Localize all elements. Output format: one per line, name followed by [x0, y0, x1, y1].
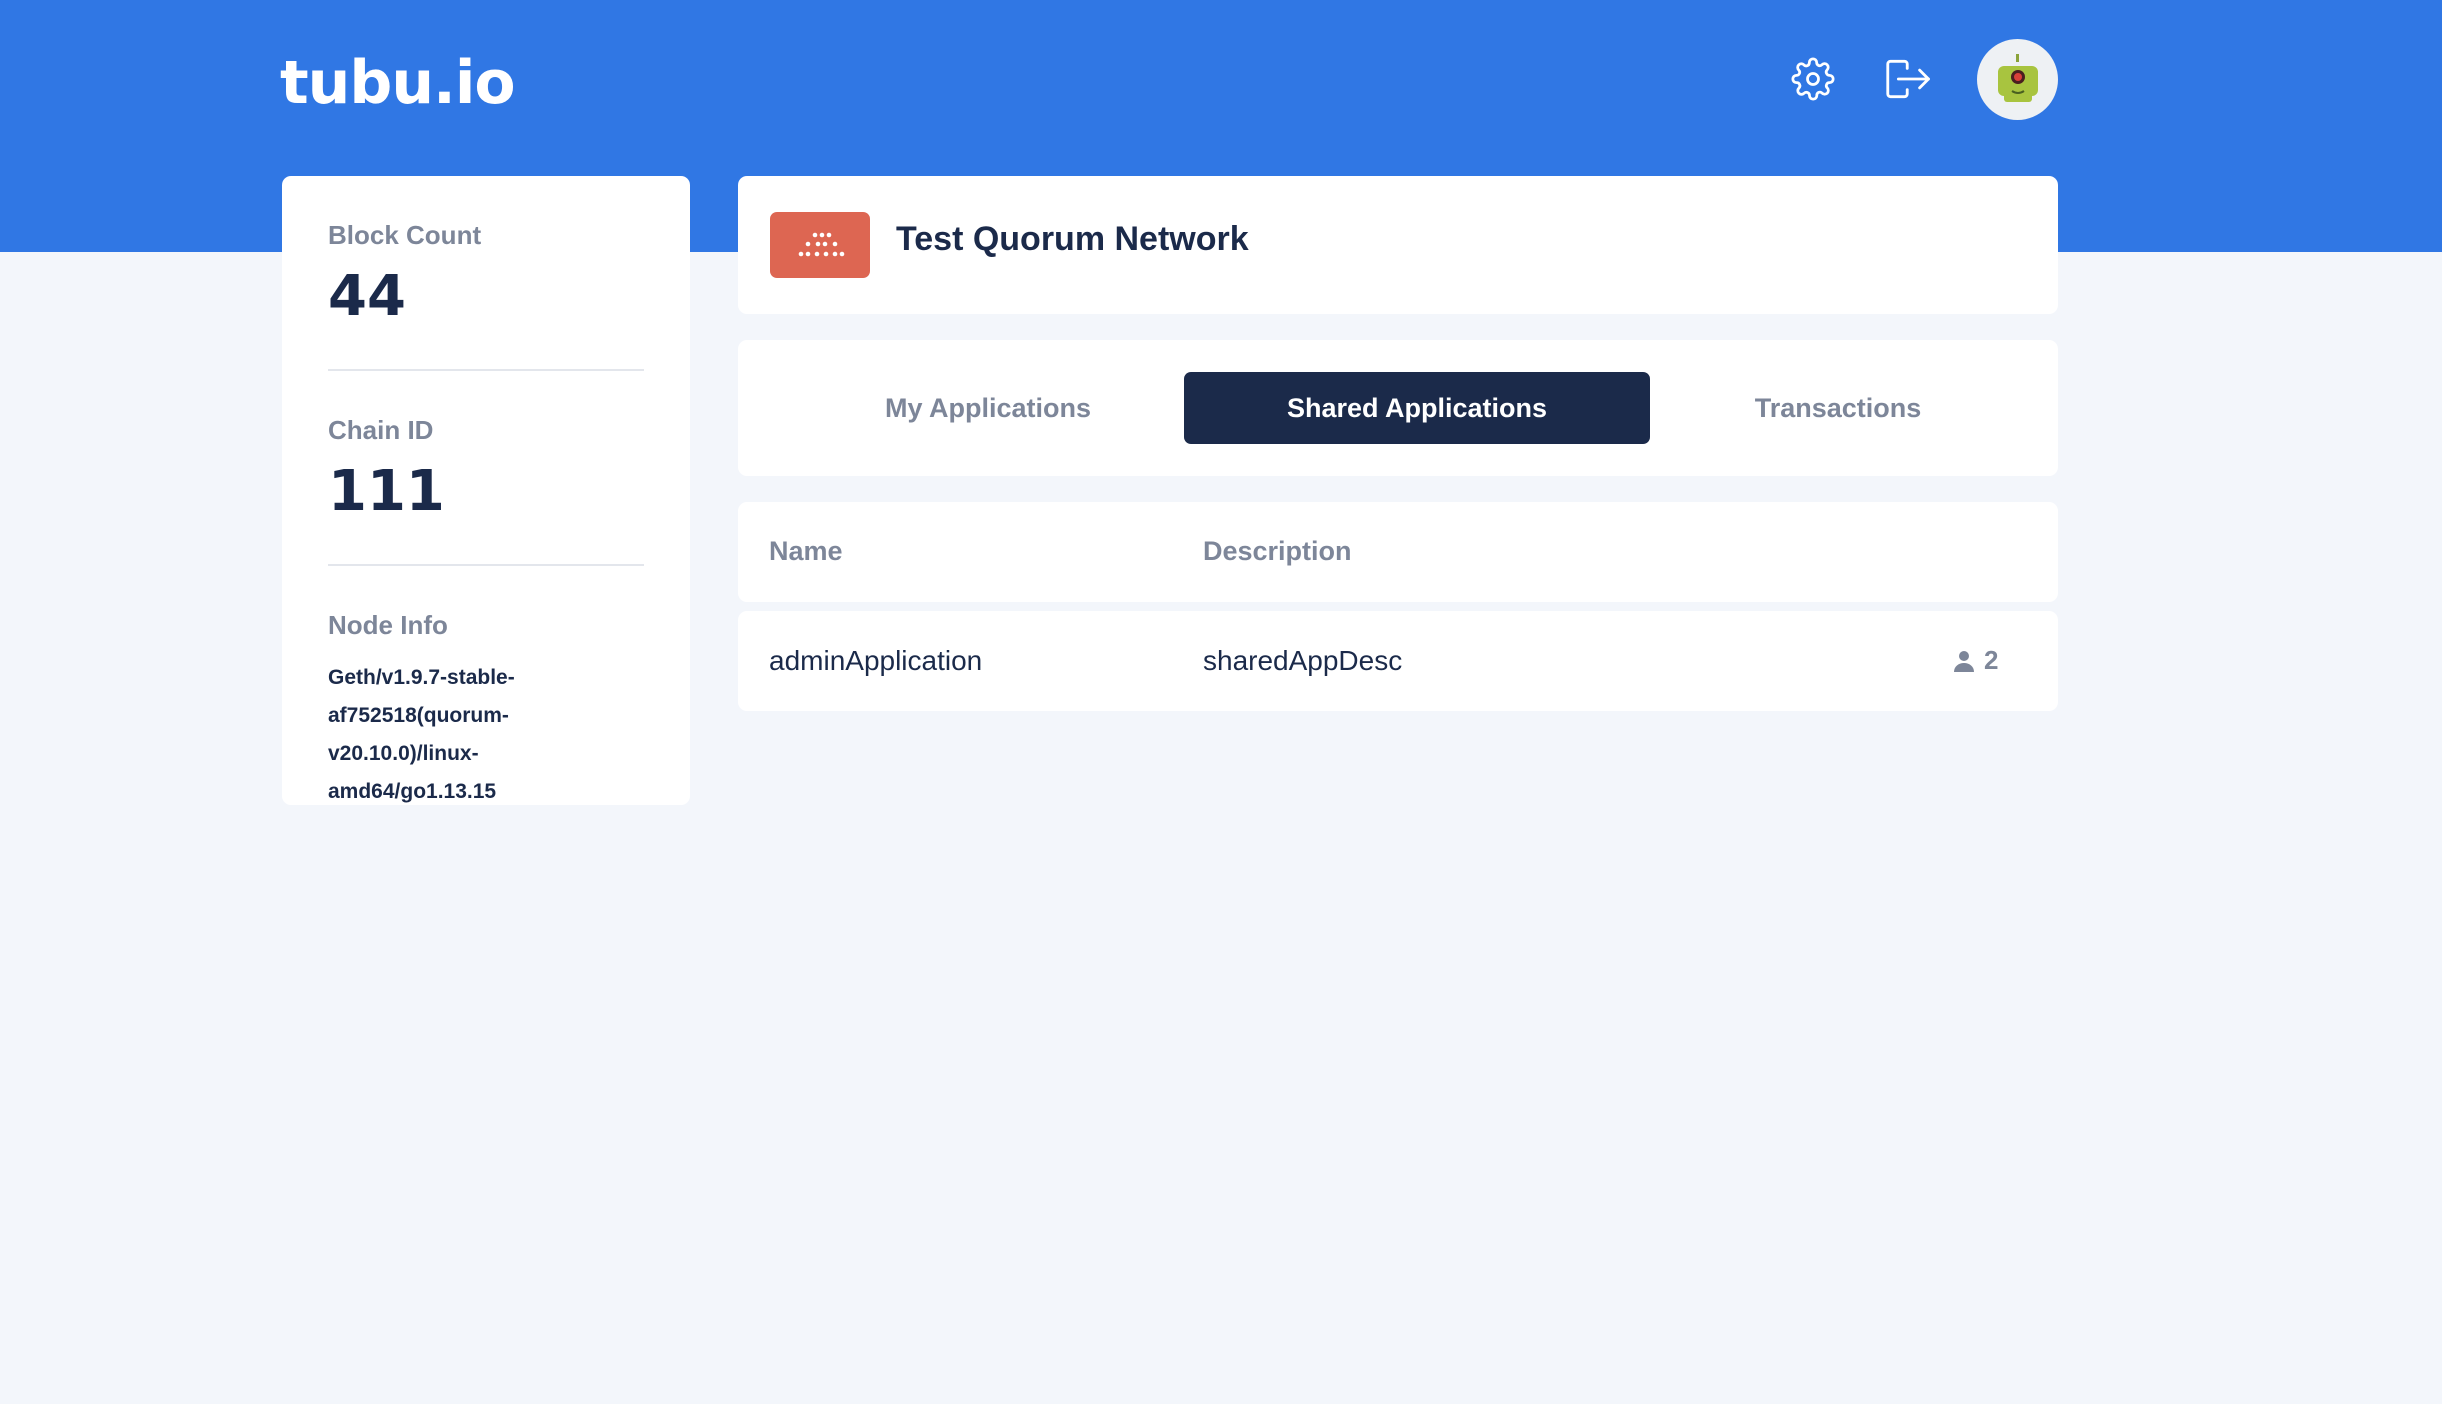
column-header-description: Description — [1203, 536, 1352, 566]
node-info-label: Node Info — [328, 610, 448, 640]
node-info-value: Geth/v1.9.7-stable-af752518(quorum-v20.1… — [328, 666, 515, 803]
app-name-cell: adminApplication — [769, 645, 983, 676]
app-description-cell: sharedAppDesc — [1203, 645, 1403, 676]
table-header: Name Description — [738, 502, 2058, 602]
gear-icon[interactable] — [1789, 55, 1837, 103]
member-count: 2 — [1952, 645, 1998, 676]
chain-id-label: Chain ID — [328, 415, 434, 445]
logout-icon[interactable] — [1885, 55, 1933, 103]
tabs-bar: My Applications Shared Applications Tran… — [738, 340, 2058, 476]
tab-shared-applications[interactable]: Shared Applications — [1184, 372, 1650, 444]
divider — [328, 564, 644, 566]
divider — [328, 369, 644, 371]
robot-avatar-icon — [1997, 53, 2038, 102]
quorum-network-icon — [798, 232, 845, 257]
member-count-value: 2 — [1984, 645, 1999, 675]
chain-id-value: 111 — [328, 459, 445, 524]
user-icon — [1954, 650, 1974, 672]
tab-transactions[interactable]: Transactions — [1650, 372, 2026, 444]
user-avatar[interactable] — [1977, 39, 2058, 120]
network-stats-card: Block Count 44 Chain ID 111 Node Info Ge… — [282, 176, 690, 805]
network-badge — [770, 212, 870, 278]
block-count-label: Block Count — [328, 220, 482, 250]
network-header-card: Test Quorum Network — [738, 176, 2058, 314]
app-logo[interactable]: tubu.io — [280, 48, 516, 118]
tab-my-applications[interactable]: My Applications — [770, 372, 1206, 444]
block-count-value: 44 — [328, 264, 406, 329]
column-header-name: Name — [769, 536, 843, 566]
network-title: Test Quorum Network — [896, 220, 1249, 258]
table-row[interactable]: adminApplication sharedAppDesc 2 — [738, 611, 2058, 711]
